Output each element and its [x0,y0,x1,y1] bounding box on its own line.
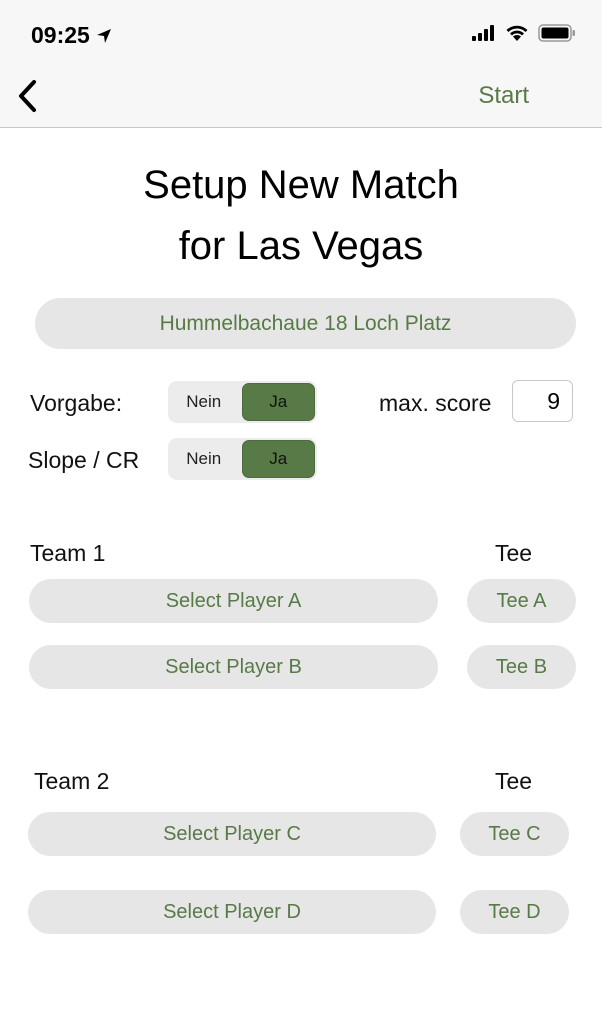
max-score-input[interactable]: 9 [512,380,573,422]
signal-icon [472,25,494,41]
vorgabe-label: Vorgabe: [30,390,123,416]
status-time: 09:25 [31,22,112,49]
select-player-c-button[interactable]: Select Player C [28,812,436,856]
course-select-button[interactable]: Hummelbachaue 18 Loch Platz [35,298,576,349]
vorgabe-option-nein[interactable]: Nein [168,381,240,423]
slope-segmented-control: Nein Ja [168,438,317,480]
team2-tee-header: Tee [495,768,533,794]
slope-option-ja[interactable]: Ja [241,440,315,478]
slope-option-nein[interactable]: Nein [168,438,240,480]
back-chevron-icon [19,80,36,112]
slope-cr-label: Slope / CR [28,447,140,473]
title-line-2: for Las Vegas [178,224,424,268]
vorgabe-option-ja[interactable]: Ja [241,383,315,421]
team2-label: Team 2 [34,768,110,794]
tee-c-button[interactable]: Tee C [460,812,569,856]
select-player-d-button[interactable]: Select Player D [28,890,436,934]
navigation-bar: Start [0,66,602,128]
status-bar: 09:25 [0,0,602,66]
max-score-label: max. score [379,390,492,416]
select-player-a-button[interactable]: Select Player A [29,579,438,623]
team1-label: Team 1 [30,540,106,566]
status-icons [472,24,576,42]
select-player-b-button[interactable]: Select Player B [29,645,438,689]
tee-b-button[interactable]: Tee B [467,645,576,689]
vorgabe-segmented-control: Nein Ja [168,381,317,423]
tee-d-button[interactable]: Tee D [460,890,569,934]
start-button[interactable]: Start [478,82,529,110]
tee-a-button[interactable]: Tee A [467,579,576,623]
time-text: 09:25 [31,22,90,48]
team1-tee-header: Tee [495,540,533,566]
wifi-icon [506,25,528,41]
location-arrow-icon [96,28,111,43]
title-line-1: Setup New Match [143,163,459,207]
battery-icon [538,24,575,42]
back-button[interactable] [14,78,46,114]
page-title: Setup New Match for Las Vegas [0,155,602,277]
